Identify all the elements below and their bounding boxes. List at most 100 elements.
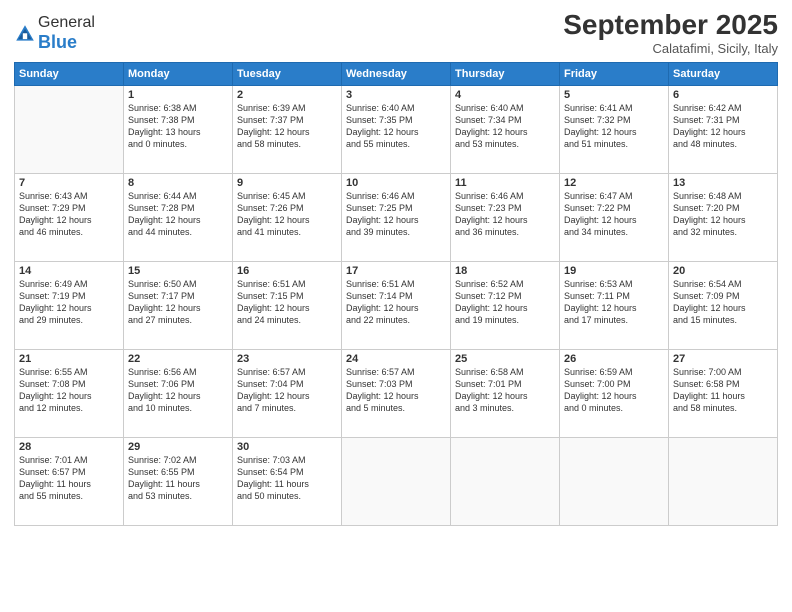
logo-icon bbox=[14, 23, 36, 45]
day-content: Sunrise: 6:51 AM Sunset: 7:14 PM Dayligh… bbox=[346, 278, 446, 327]
day-content: Sunrise: 6:50 AM Sunset: 7:17 PM Dayligh… bbox=[128, 278, 228, 327]
day-cell-10: 10Sunrise: 6:46 AM Sunset: 7:25 PM Dayli… bbox=[342, 173, 451, 261]
day-cell-empty bbox=[560, 437, 669, 525]
day-cell-empty bbox=[451, 437, 560, 525]
day-number: 23 bbox=[237, 353, 337, 365]
day-content: Sunrise: 6:49 AM Sunset: 7:19 PM Dayligh… bbox=[19, 278, 119, 327]
day-number: 25 bbox=[455, 353, 555, 365]
day-content: Sunrise: 6:51 AM Sunset: 7:15 PM Dayligh… bbox=[237, 278, 337, 327]
day-number: 28 bbox=[19, 441, 119, 453]
logo-blue-text: Blue bbox=[38, 32, 77, 52]
day-number: 22 bbox=[128, 353, 228, 365]
day-number: 4 bbox=[455, 89, 555, 101]
day-content: Sunrise: 6:45 AM Sunset: 7:26 PM Dayligh… bbox=[237, 190, 337, 239]
day-number: 7 bbox=[19, 177, 119, 189]
day-number: 14 bbox=[19, 265, 119, 277]
day-cell-30: 30Sunrise: 7:03 AM Sunset: 6:54 PM Dayli… bbox=[233, 437, 342, 525]
day-number: 13 bbox=[673, 177, 773, 189]
day-content: Sunrise: 7:00 AM Sunset: 6:58 PM Dayligh… bbox=[673, 366, 773, 415]
day-content: Sunrise: 6:59 AM Sunset: 7:00 PM Dayligh… bbox=[564, 366, 664, 415]
day-content: Sunrise: 6:48 AM Sunset: 7:20 PM Dayligh… bbox=[673, 190, 773, 239]
day-content: Sunrise: 7:02 AM Sunset: 6:55 PM Dayligh… bbox=[128, 454, 228, 503]
day-content: Sunrise: 6:58 AM Sunset: 7:01 PM Dayligh… bbox=[455, 366, 555, 415]
day-content: Sunrise: 6:39 AM Sunset: 7:37 PM Dayligh… bbox=[237, 102, 337, 151]
month-title: September 2025 bbox=[563, 10, 778, 41]
weekday-header-thursday: Thursday bbox=[451, 62, 560, 85]
day-cell-14: 14Sunrise: 6:49 AM Sunset: 7:19 PM Dayli… bbox=[15, 261, 124, 349]
day-number: 2 bbox=[237, 89, 337, 101]
logo-general-text: General bbox=[38, 14, 95, 31]
day-number: 17 bbox=[346, 265, 446, 277]
day-cell-13: 13Sunrise: 6:48 AM Sunset: 7:20 PM Dayli… bbox=[669, 173, 778, 261]
day-content: Sunrise: 6:54 AM Sunset: 7:09 PM Dayligh… bbox=[673, 278, 773, 327]
day-number: 1 bbox=[128, 89, 228, 101]
day-content: Sunrise: 6:46 AM Sunset: 7:25 PM Dayligh… bbox=[346, 190, 446, 239]
day-cell-2: 2Sunrise: 6:39 AM Sunset: 7:37 PM Daylig… bbox=[233, 85, 342, 173]
day-content: Sunrise: 6:56 AM Sunset: 7:06 PM Dayligh… bbox=[128, 366, 228, 415]
day-cell-9: 9Sunrise: 6:45 AM Sunset: 7:26 PM Daylig… bbox=[233, 173, 342, 261]
header: General Blue September 2025 Calatafimi, … bbox=[14, 10, 778, 56]
day-cell-23: 23Sunrise: 6:57 AM Sunset: 7:04 PM Dayli… bbox=[233, 349, 342, 437]
day-number: 8 bbox=[128, 177, 228, 189]
day-content: Sunrise: 6:40 AM Sunset: 7:35 PM Dayligh… bbox=[346, 102, 446, 151]
day-cell-empty bbox=[342, 437, 451, 525]
day-cell-27: 27Sunrise: 7:00 AM Sunset: 6:58 PM Dayli… bbox=[669, 349, 778, 437]
day-number: 12 bbox=[564, 177, 664, 189]
day-content: Sunrise: 6:40 AM Sunset: 7:34 PM Dayligh… bbox=[455, 102, 555, 151]
weekday-header-saturday: Saturday bbox=[669, 62, 778, 85]
day-cell-empty bbox=[15, 85, 124, 173]
weekday-header-sunday: Sunday bbox=[15, 62, 124, 85]
weekday-header-wednesday: Wednesday bbox=[342, 62, 451, 85]
day-content: Sunrise: 7:03 AM Sunset: 6:54 PM Dayligh… bbox=[237, 454, 337, 503]
day-number: 30 bbox=[237, 441, 337, 453]
page: General Blue September 2025 Calatafimi, … bbox=[0, 0, 792, 612]
day-content: Sunrise: 6:52 AM Sunset: 7:12 PM Dayligh… bbox=[455, 278, 555, 327]
location-subtitle: Calatafimi, Sicily, Italy bbox=[563, 41, 778, 56]
day-cell-29: 29Sunrise: 7:02 AM Sunset: 6:55 PM Dayli… bbox=[124, 437, 233, 525]
day-content: Sunrise: 6:38 AM Sunset: 7:38 PM Dayligh… bbox=[128, 102, 228, 151]
day-number: 10 bbox=[346, 177, 446, 189]
day-number: 6 bbox=[673, 89, 773, 101]
day-number: 27 bbox=[673, 353, 773, 365]
day-number: 24 bbox=[346, 353, 446, 365]
day-cell-16: 16Sunrise: 6:51 AM Sunset: 7:15 PM Dayli… bbox=[233, 261, 342, 349]
day-number: 16 bbox=[237, 265, 337, 277]
day-cell-1: 1Sunrise: 6:38 AM Sunset: 7:38 PM Daylig… bbox=[124, 85, 233, 173]
day-cell-26: 26Sunrise: 6:59 AM Sunset: 7:00 PM Dayli… bbox=[560, 349, 669, 437]
week-row-5: 28Sunrise: 7:01 AM Sunset: 6:57 PM Dayli… bbox=[15, 437, 778, 525]
day-content: Sunrise: 6:41 AM Sunset: 7:32 PM Dayligh… bbox=[564, 102, 664, 151]
day-number: 3 bbox=[346, 89, 446, 101]
day-cell-6: 6Sunrise: 6:42 AM Sunset: 7:31 PM Daylig… bbox=[669, 85, 778, 173]
day-cell-17: 17Sunrise: 6:51 AM Sunset: 7:14 PM Dayli… bbox=[342, 261, 451, 349]
day-number: 18 bbox=[455, 265, 555, 277]
day-content: Sunrise: 6:55 AM Sunset: 7:08 PM Dayligh… bbox=[19, 366, 119, 415]
day-cell-22: 22Sunrise: 6:56 AM Sunset: 7:06 PM Dayli… bbox=[124, 349, 233, 437]
day-content: Sunrise: 7:01 AM Sunset: 6:57 PM Dayligh… bbox=[19, 454, 119, 503]
day-cell-7: 7Sunrise: 6:43 AM Sunset: 7:29 PM Daylig… bbox=[15, 173, 124, 261]
day-cell-12: 12Sunrise: 6:47 AM Sunset: 7:22 PM Dayli… bbox=[560, 173, 669, 261]
week-row-2: 7Sunrise: 6:43 AM Sunset: 7:29 PM Daylig… bbox=[15, 173, 778, 261]
day-content: Sunrise: 6:44 AM Sunset: 7:28 PM Dayligh… bbox=[128, 190, 228, 239]
weekday-header-row: SundayMondayTuesdayWednesdayThursdayFrid… bbox=[15, 62, 778, 85]
day-number: 20 bbox=[673, 265, 773, 277]
day-content: Sunrise: 6:53 AM Sunset: 7:11 PM Dayligh… bbox=[564, 278, 664, 327]
day-content: Sunrise: 6:57 AM Sunset: 7:03 PM Dayligh… bbox=[346, 366, 446, 415]
logo: General Blue bbox=[14, 14, 95, 53]
day-content: Sunrise: 6:57 AM Sunset: 7:04 PM Dayligh… bbox=[237, 366, 337, 415]
day-cell-24: 24Sunrise: 6:57 AM Sunset: 7:03 PM Dayli… bbox=[342, 349, 451, 437]
weekday-header-tuesday: Tuesday bbox=[233, 62, 342, 85]
day-cell-5: 5Sunrise: 6:41 AM Sunset: 7:32 PM Daylig… bbox=[560, 85, 669, 173]
day-cell-19: 19Sunrise: 6:53 AM Sunset: 7:11 PM Dayli… bbox=[560, 261, 669, 349]
day-number: 21 bbox=[19, 353, 119, 365]
day-cell-15: 15Sunrise: 6:50 AM Sunset: 7:17 PM Dayli… bbox=[124, 261, 233, 349]
day-content: Sunrise: 6:47 AM Sunset: 7:22 PM Dayligh… bbox=[564, 190, 664, 239]
week-row-4: 21Sunrise: 6:55 AM Sunset: 7:08 PM Dayli… bbox=[15, 349, 778, 437]
title-block: September 2025 Calatafimi, Sicily, Italy bbox=[563, 10, 778, 56]
day-cell-4: 4Sunrise: 6:40 AM Sunset: 7:34 PM Daylig… bbox=[451, 85, 560, 173]
day-cell-18: 18Sunrise: 6:52 AM Sunset: 7:12 PM Dayli… bbox=[451, 261, 560, 349]
day-number: 11 bbox=[455, 177, 555, 189]
day-cell-empty bbox=[669, 437, 778, 525]
weekday-header-friday: Friday bbox=[560, 62, 669, 85]
calendar-table: SundayMondayTuesdayWednesdayThursdayFrid… bbox=[14, 62, 778, 526]
day-number: 19 bbox=[564, 265, 664, 277]
